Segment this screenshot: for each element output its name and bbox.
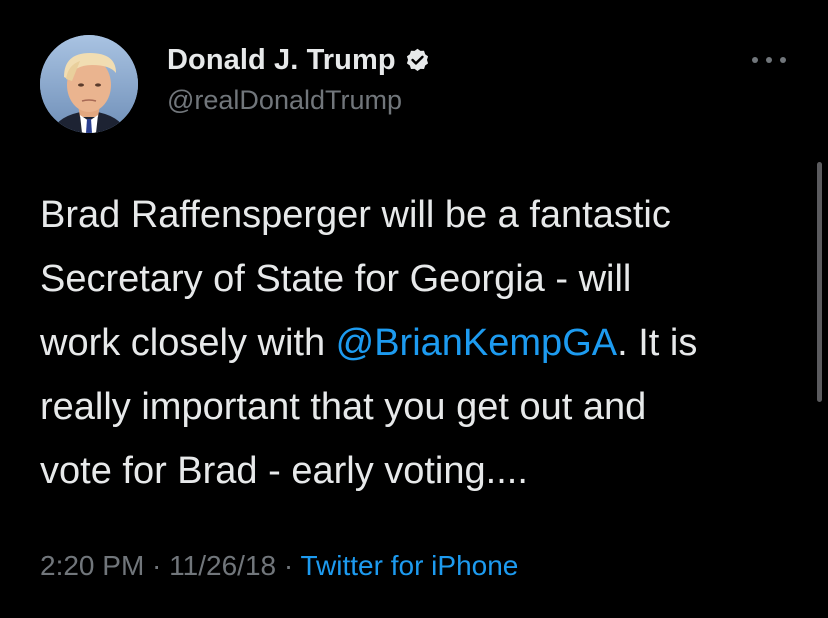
author-display-name[interactable]: Donald J. Trump bbox=[167, 44, 396, 77]
tweet-text-line: really important that you get out and bbox=[40, 386, 647, 428]
meta-separator: · bbox=[144, 550, 170, 581]
more-dot-icon bbox=[766, 57, 772, 63]
more-dot-icon bbox=[752, 57, 758, 63]
tweet-text: Brad Raffensperger will be a fantastic S… bbox=[40, 183, 800, 503]
tweet-source-link[interactable]: Twitter for iPhone bbox=[300, 550, 518, 581]
author-handle[interactable]: @realDonaldTrump bbox=[167, 85, 402, 116]
avatar[interactable] bbox=[40, 35, 138, 133]
meta-separator: · bbox=[276, 550, 301, 581]
avatar-portrait-icon bbox=[40, 35, 138, 133]
tweet-date[interactable]: 11/26/18 bbox=[169, 550, 276, 581]
tweet-card[interactable]: Donald J. Trump @realDonaldTrump Brad Ra… bbox=[0, 0, 828, 618]
tweet-time[interactable]: 2:20 PM bbox=[40, 550, 144, 581]
scrollbar[interactable] bbox=[817, 162, 822, 402]
tweet-text-segment: work closely with bbox=[40, 322, 336, 364]
tweet-meta: 2:20 PM · 11/26/18 · Twitter for iPhone bbox=[40, 550, 518, 582]
tweet-text-line: Brad Raffensperger will be a fantastic bbox=[40, 194, 671, 236]
mention-link[interactable]: @BrianKempGA bbox=[336, 322, 617, 364]
tweet-text-segment: . It is bbox=[617, 322, 698, 364]
tweet-text-line: work closely with @BrianKempGA. It is bbox=[40, 311, 800, 375]
more-dot-icon bbox=[780, 57, 786, 63]
tweet-text-line: Secretary of State for Georgia - will bbox=[40, 258, 632, 300]
verified-badge-icon bbox=[404, 47, 431, 74]
author-name-row[interactable]: Donald J. Trump bbox=[167, 42, 431, 78]
tweet-text-line: vote for Brad - early voting.... bbox=[40, 450, 528, 492]
more-options-icon[interactable] bbox=[752, 52, 786, 68]
